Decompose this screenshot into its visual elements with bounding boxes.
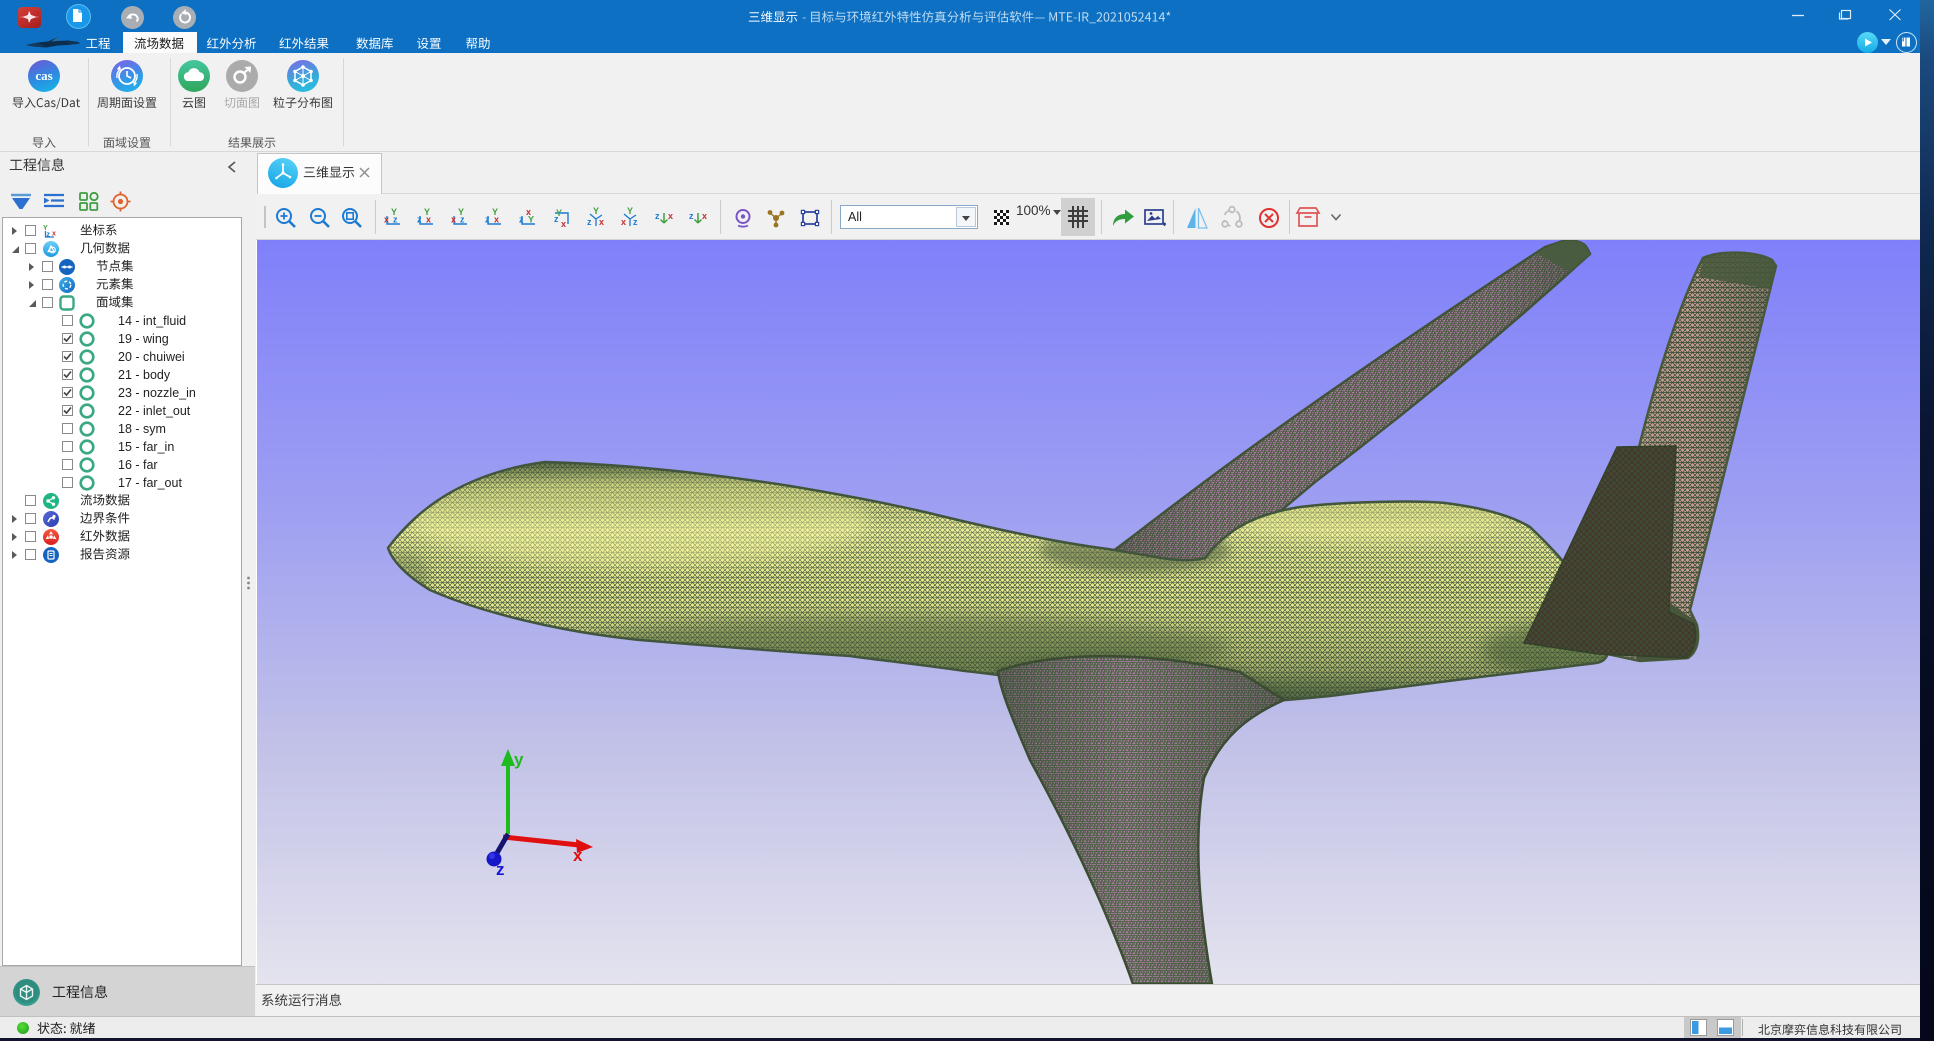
svg-text:x: x (668, 211, 673, 221)
svg-text:x: x (384, 215, 389, 225)
svg-text:z: z (689, 211, 694, 221)
svg-text:x: x (451, 215, 456, 225)
svg-text:Y: Y (391, 207, 397, 217)
svg-text:Y: Y (556, 208, 562, 218)
svg-text:x: x (621, 217, 626, 227)
svg-text:z: z (655, 211, 660, 221)
svg-text:y: y (514, 750, 524, 769)
svg-text:x: x (52, 231, 56, 238)
svg-text:Y: Y (492, 207, 498, 217)
svg-text:Y: Y (627, 207, 633, 216)
svg-text:Y: Y (458, 207, 464, 217)
svg-text:z: z (496, 860, 505, 879)
svg-text:z: z (587, 217, 592, 227)
svg-text:x: x (526, 207, 531, 217)
svg-text:z: z (519, 215, 524, 225)
svg-text:z: z (417, 215, 422, 225)
svg-text:z: z (485, 215, 490, 225)
svg-text:Y: Y (424, 207, 430, 217)
svg-text:z: z (633, 217, 638, 227)
svg-text:x: x (561, 219, 566, 229)
svg-text:Y: Y (593, 207, 599, 216)
svg-text:x: x (702, 211, 707, 221)
svg-text:x: x (573, 846, 583, 865)
svg-text:z: z (47, 232, 51, 239)
svg-text:x: x (599, 217, 604, 227)
